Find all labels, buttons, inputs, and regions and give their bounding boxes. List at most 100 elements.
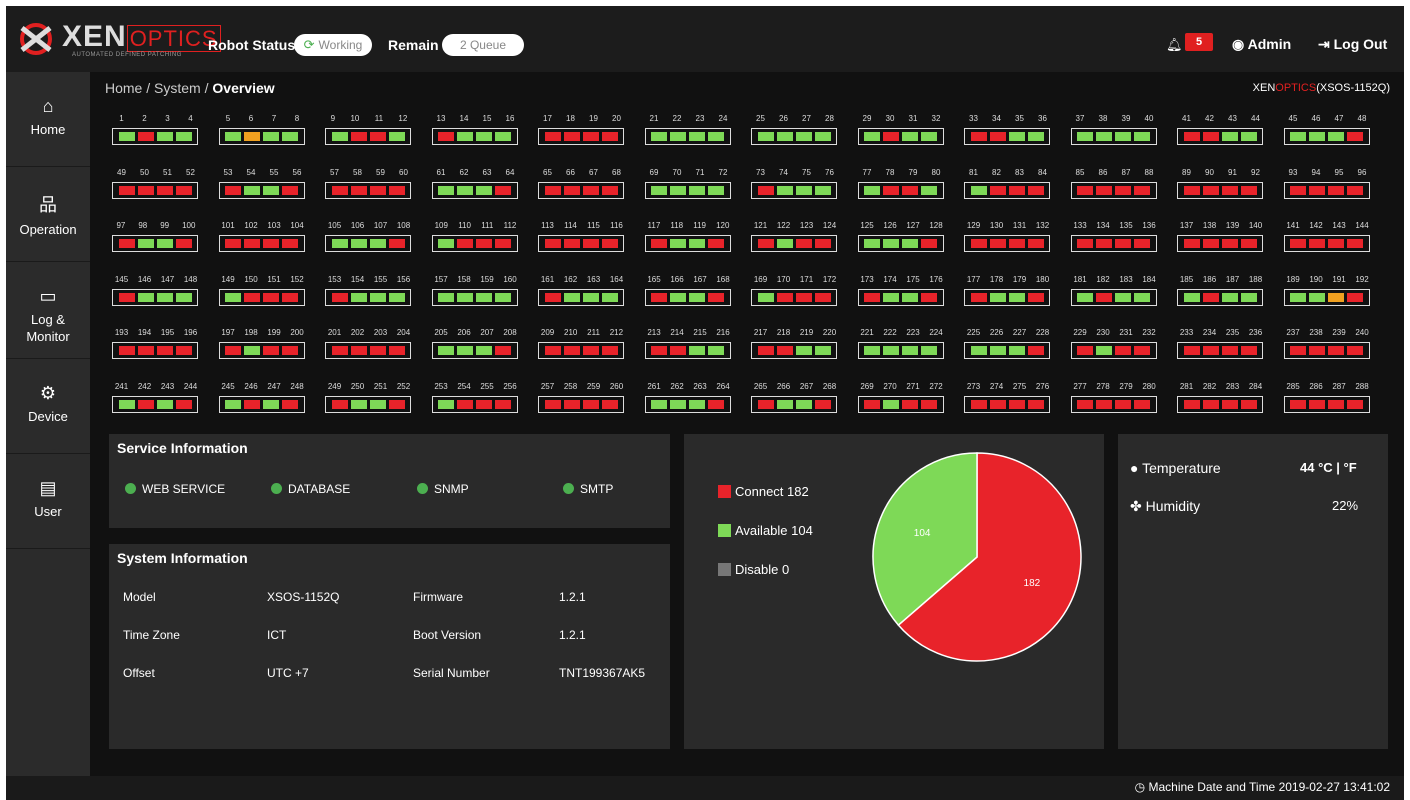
port-190[interactable]	[1309, 292, 1325, 302]
port-223[interactable]	[902, 346, 918, 355]
port-208[interactable]	[495, 346, 511, 355]
port-94[interactable]	[1309, 185, 1325, 195]
port-30[interactable]	[883, 132, 899, 141]
temperature-value[interactable]: 44 °C | °F	[1300, 460, 1357, 475]
port-146[interactable]	[137, 292, 154, 302]
port-18[interactable]	[563, 132, 580, 141]
port-168[interactable]	[708, 292, 724, 302]
port-287[interactable]	[1328, 399, 1344, 409]
port-137[interactable]	[1183, 239, 1200, 248]
port-176[interactable]	[921, 292, 937, 302]
port-281[interactable]	[1183, 399, 1200, 409]
port-195[interactable]	[156, 346, 173, 355]
port-90[interactable]	[1202, 185, 1219, 195]
port-141[interactable]	[1290, 239, 1306, 248]
port-186[interactable]	[1202, 292, 1219, 302]
port-96[interactable]	[1347, 185, 1363, 195]
port-8[interactable]	[282, 132, 298, 141]
port-174[interactable]	[883, 292, 899, 302]
port-106[interactable]	[350, 239, 367, 248]
port-272[interactable]	[921, 399, 937, 409]
port-32[interactable]	[921, 132, 937, 141]
port-125[interactable]	[864, 239, 880, 248]
port-28[interactable]	[814, 132, 831, 141]
brand-logo[interactable]: XEN OPTICS AUTOMATED DEFINED PATCHING	[16, 18, 221, 60]
port-6[interactable]	[244, 132, 260, 141]
port-147[interactable]	[156, 292, 173, 302]
port-118[interactable]	[670, 239, 686, 248]
port-158[interactable]	[457, 292, 473, 302]
port-237[interactable]	[1290, 346, 1306, 355]
port-129[interactable]	[970, 239, 987, 248]
port-36[interactable]	[1027, 132, 1044, 141]
port-127[interactable]	[902, 239, 918, 248]
port-138[interactable]	[1202, 239, 1219, 248]
port-265[interactable]	[757, 399, 774, 409]
port-2[interactable]	[137, 132, 154, 141]
port-83[interactable]	[1008, 185, 1025, 195]
port-68[interactable]	[601, 185, 618, 195]
port-166[interactable]	[670, 292, 686, 302]
port-53[interactable]	[225, 185, 241, 195]
port-228[interactable]	[1027, 346, 1044, 355]
port-134[interactable]	[1096, 239, 1112, 248]
port-274[interactable]	[989, 399, 1006, 409]
port-187[interactable]	[1221, 292, 1238, 302]
port-38[interactable]	[1096, 132, 1112, 141]
port-132[interactable]	[1027, 239, 1044, 248]
port-253[interactable]	[438, 399, 454, 409]
port-66[interactable]	[563, 185, 580, 195]
port-210[interactable]	[563, 346, 580, 355]
port-178[interactable]	[989, 292, 1006, 302]
port-196[interactable]	[175, 346, 192, 355]
sidebar-item-home[interactable]: ⌂ Home	[6, 72, 90, 167]
port-161[interactable]	[544, 292, 561, 302]
port-251[interactable]	[369, 399, 386, 409]
port-60[interactable]	[388, 185, 405, 195]
port-76[interactable]	[814, 185, 831, 195]
port-55[interactable]	[263, 185, 279, 195]
port-212[interactable]	[601, 346, 618, 355]
port-133[interactable]	[1077, 239, 1093, 248]
port-109[interactable]	[438, 239, 454, 248]
port-271[interactable]	[902, 399, 918, 409]
port-57[interactable]	[331, 185, 348, 195]
port-184[interactable]	[1134, 292, 1150, 302]
port-275[interactable]	[1008, 399, 1025, 409]
port-261[interactable]	[651, 399, 667, 409]
port-242[interactable]	[137, 399, 154, 409]
port-254[interactable]	[457, 399, 473, 409]
port-229[interactable]	[1077, 346, 1093, 355]
port-10[interactable]	[350, 132, 367, 141]
port-22[interactable]	[670, 132, 686, 141]
port-43[interactable]	[1221, 132, 1238, 141]
port-50[interactable]	[137, 185, 154, 195]
port-270[interactable]	[883, 399, 899, 409]
port-20[interactable]	[601, 132, 618, 141]
port-218[interactable]	[776, 346, 793, 355]
port-267[interactable]	[795, 399, 812, 409]
port-45[interactable]	[1290, 132, 1306, 141]
port-34[interactable]	[989, 132, 1006, 141]
port-262[interactable]	[670, 399, 686, 409]
port-139[interactable]	[1221, 239, 1238, 248]
port-209[interactable]	[544, 346, 561, 355]
port-152[interactable]	[282, 292, 298, 302]
port-283[interactable]	[1221, 399, 1238, 409]
port-5[interactable]	[225, 132, 241, 141]
port-182[interactable]	[1096, 292, 1112, 302]
port-117[interactable]	[651, 239, 667, 248]
port-221[interactable]	[864, 346, 880, 355]
port-201[interactable]	[331, 346, 348, 355]
port-160[interactable]	[495, 292, 511, 302]
port-258[interactable]	[563, 399, 580, 409]
port-227[interactable]	[1008, 346, 1025, 355]
port-189[interactable]	[1290, 292, 1306, 302]
port-112[interactable]	[495, 239, 511, 248]
port-21[interactable]	[651, 132, 667, 141]
port-40[interactable]	[1134, 132, 1150, 141]
port-188[interactable]	[1240, 292, 1257, 302]
port-268[interactable]	[814, 399, 831, 409]
port-97[interactable]	[118, 239, 135, 248]
port-202[interactable]	[350, 346, 367, 355]
